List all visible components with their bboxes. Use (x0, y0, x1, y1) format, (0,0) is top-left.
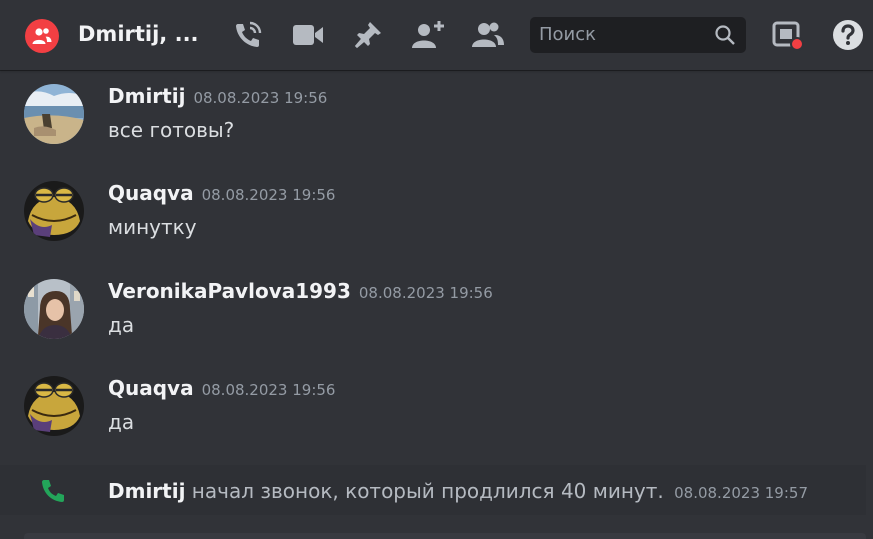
avatar[interactable] (24, 279, 84, 339)
message-item[interactable]: Quaqva 08.08.2023 19:56 да (0, 376, 873, 466)
author-name[interactable]: Dmirtij (108, 479, 185, 503)
help-icon[interactable] (830, 17, 866, 53)
message-text: да (108, 410, 135, 434)
channel-title: Dmirtij, ... (78, 22, 199, 46)
avatar[interactable] (24, 376, 84, 436)
timestamp: 08.08.2023 19:56 (193, 89, 328, 107)
message-text: да (108, 313, 135, 337)
author-name[interactable]: VeronikaPavlova1993 (108, 279, 351, 303)
inbox-icon[interactable] (770, 17, 806, 53)
add-friends-icon[interactable] (410, 17, 446, 53)
author-name[interactable]: Quaqva (108, 181, 194, 205)
timestamp: 08.08.2023 19:56 (201, 186, 336, 204)
message-item[interactable]: Dmirtij 08.08.2023 19:56 все готовы? (0, 84, 873, 174)
start-call-icon[interactable] (230, 17, 266, 53)
pinned-messages-icon[interactable] (350, 17, 386, 53)
message-text: минутку (108, 215, 197, 239)
channel-header: Dmirtij, ... Поиск (0, 0, 873, 70)
author-name[interactable]: Quaqva (108, 376, 194, 400)
message-item[interactable]: VeronikaPavlova1993 08.08.2023 19:56 да (0, 279, 873, 369)
message-item[interactable]: Quaqva 08.08.2023 19:56 минутку (0, 181, 873, 271)
system-message-call[interactable]: Dmirtij начал звонок, который продлился … (0, 465, 866, 515)
group-dm-icon (25, 19, 59, 53)
message-text: все готовы? (108, 118, 235, 142)
system-message-text: начал звонок, который продлился 40 минут… (191, 479, 664, 503)
member-list-icon[interactable] (470, 17, 506, 53)
search-icon (715, 25, 735, 45)
phone-icon (42, 480, 64, 502)
timestamp: 08.08.2023 19:56 (201, 381, 336, 399)
timestamp: 08.08.2023 19:56 (358, 284, 493, 302)
start-video-icon[interactable] (290, 17, 326, 53)
avatar[interactable] (24, 181, 84, 241)
message-composer-edge (24, 533, 866, 539)
search-input[interactable]: Поиск (530, 17, 746, 53)
timestamp: 08.08.2023 19:57 (674, 484, 808, 502)
search-placeholder: Поиск (539, 24, 597, 45)
avatar[interactable] (24, 84, 84, 144)
author-name[interactable]: Dmirtij (108, 84, 185, 108)
